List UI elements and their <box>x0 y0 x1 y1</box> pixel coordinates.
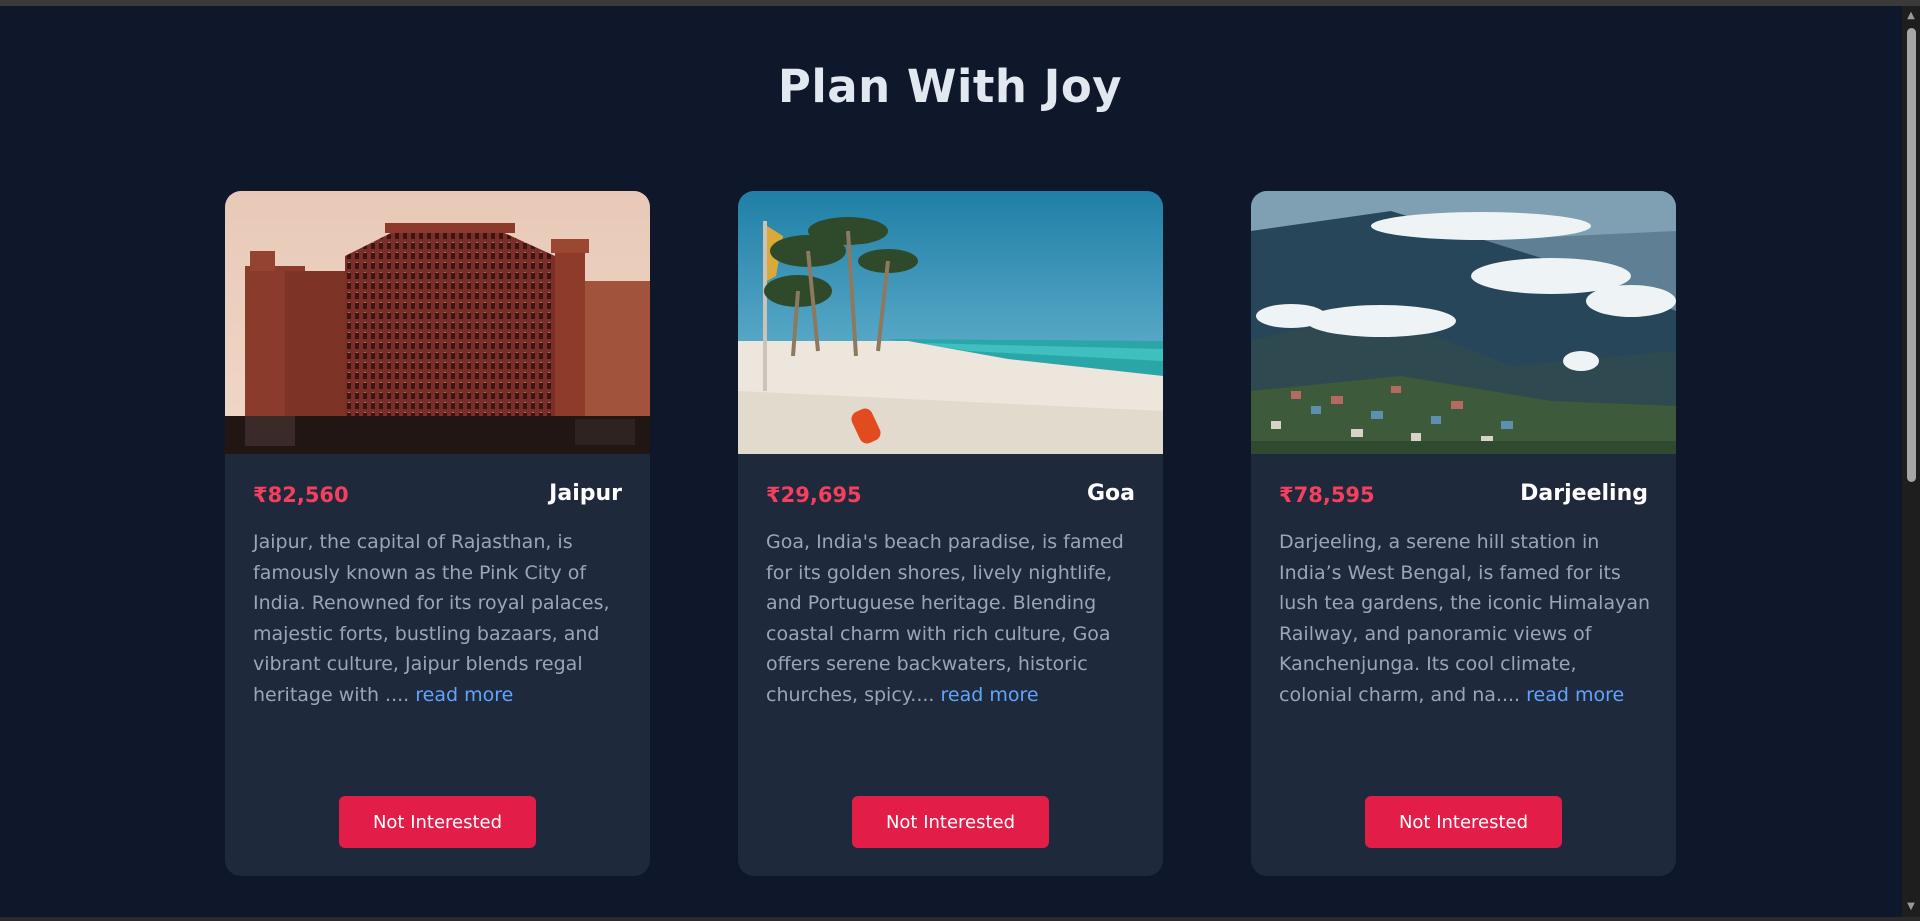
destination-card-jaipur: ₹82,560 Jaipur Jaipur, the capital of Ra… <box>225 191 650 876</box>
scrollbar-thumb[interactable] <box>1907 28 1916 482</box>
not-interested-button[interactable]: Not Interested <box>339 796 536 848</box>
page-title: Plan With Joy <box>777 60 1123 113</box>
description: Goa, India's beach paradise, is famed fo… <box>766 531 1124 706</box>
city-name: Jaipur <box>549 481 622 506</box>
not-interested-button[interactable]: Not Interested <box>852 796 1049 848</box>
vertical-scrollbar[interactable]: ▲ ▼ <box>1902 6 1920 917</box>
not-interested-button[interactable]: Not Interested <box>1365 796 1562 848</box>
read-more-link[interactable]: read more <box>1526 684 1624 706</box>
price: ₹78,595 <box>1279 483 1375 507</box>
window-bottom-edge <box>0 917 1920 921</box>
price: ₹82,560 <box>253 483 349 507</box>
destination-card-goa: ₹29,695 Goa Goa, India's beach paradise,… <box>738 191 1163 876</box>
description: Jaipur, the capital of Rajasthan, is fam… <box>253 531 610 706</box>
city-name: Darjeeling <box>1520 481 1648 506</box>
price: ₹29,695 <box>766 483 862 507</box>
read-more-link[interactable]: read more <box>415 684 513 706</box>
destination-card-darjeeling: ₹78,595 Darjeeling Darjeeling, a serene … <box>1251 191 1676 876</box>
description: Darjeeling, a serene hill station in Ind… <box>1279 531 1651 706</box>
read-more-link[interactable]: read more <box>941 684 1039 706</box>
goa-image <box>738 191 1163 454</box>
city-name: Goa <box>1086 481 1135 506</box>
jaipur-image <box>225 191 650 454</box>
window-top-edge <box>0 0 1920 6</box>
scroll-up-icon[interactable]: ▲ <box>1902 8 1920 24</box>
darjeeling-image <box>1251 191 1676 454</box>
scroll-down-icon[interactable]: ▼ <box>1902 899 1920 915</box>
